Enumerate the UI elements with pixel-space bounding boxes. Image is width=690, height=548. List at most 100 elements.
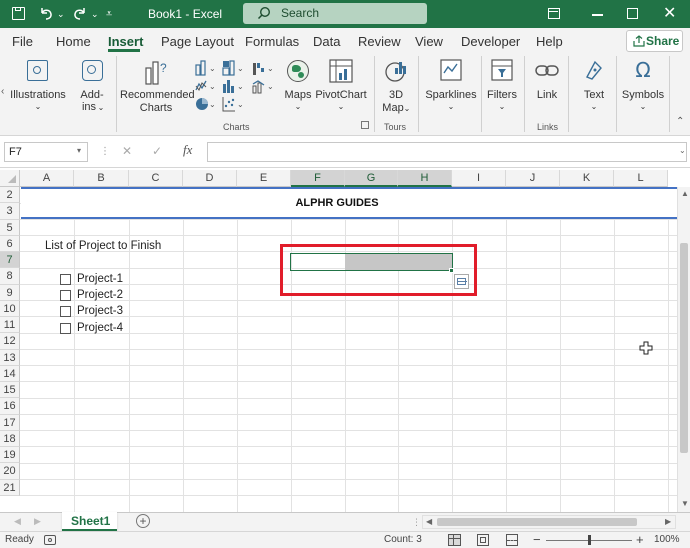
page-layout-view-icon[interactable] [477,534,489,546]
sparklines-button[interactable]: Sparklines ⌄ [424,56,478,120]
hierarchy-chart-button[interactable]: ⌄ [222,60,248,76]
column-header-k[interactable]: K [560,170,614,187]
project-4-checkbox[interactable] [60,323,71,334]
zoom-slider-thumb[interactable] [588,535,591,545]
tab-view[interactable]: View [415,34,443,49]
save-icon[interactable] [12,7,25,20]
scatter-chart-button[interactable]: ⌄ [222,96,248,112]
select-all-corner[interactable] [0,170,20,187]
ribbon-scroll-left-icon[interactable]: ‹ [1,86,4,97]
3d-map-button[interactable]: 3D Map ⌄ [378,56,414,120]
waterfall-chart-button[interactable]: ⌄ [252,60,278,76]
column-header-f[interactable]: F [291,170,345,187]
charts-dialog-launcher-icon[interactable] [361,121,369,129]
scrollbar-thumb[interactable] [680,243,688,453]
ribbon-display-icon[interactable] [548,8,560,19]
minimize-icon[interactable] [592,14,603,16]
project-1-checkbox[interactable] [60,274,71,285]
worksheet-grid[interactable]: A B C D E F G H I J K L 2 3 5 6 7 8 9 10… [0,170,690,512]
scroll-left-icon[interactable]: ◀ [426,517,432,526]
page-break-view-icon[interactable] [506,534,518,546]
column-header-j[interactable]: J [506,170,560,187]
share-button[interactable]: Share [626,30,683,52]
redo-icon[interactable] [72,6,88,22]
scroll-up-icon[interactable]: ▲ [681,189,689,198]
column-header-c[interactable]: C [129,170,183,187]
zoom-level[interactable]: 100% [654,534,680,545]
row-header[interactable]: 14 [0,365,20,382]
row-header[interactable]: 15 [0,382,20,399]
filters-button[interactable]: Filters ⌄ [485,56,519,120]
tab-review[interactable]: Review [358,34,401,49]
sheet-tab-sheet1[interactable]: Sheet1 [62,512,117,531]
row-header[interactable]: 20 [0,463,20,480]
maps-button[interactable]: Maps ⌄ [282,56,314,120]
column-header-h[interactable]: H [398,170,452,187]
horizontal-scrollbar-thumb[interactable] [437,518,637,526]
row-header-selected[interactable]: 7 [0,252,20,269]
addins-button[interactable]: Add- ins ⌄ [74,56,110,120]
column-chart-button[interactable]: ⌄ [195,60,219,76]
column-header-d[interactable]: D [183,170,237,187]
expand-formula-bar-icon[interactable]: ⌄ [679,146,686,155]
tab-insert[interactable]: Insert [108,34,143,49]
row-header[interactable]: 18 [0,430,20,447]
tab-help[interactable]: Help [536,34,563,49]
symbols-button[interactable]: Ω Symbols ⌄ [620,56,666,120]
column-header-b[interactable]: B [74,170,129,187]
row-header[interactable]: 12 [0,333,20,350]
zoom-slider[interactable] [546,535,632,545]
zoom-in-icon[interactable]: + [636,532,644,547]
text-button[interactable]: Text ⌄ [576,56,612,120]
combo-chart-button[interactable]: ⌄ [252,78,278,94]
row-header[interactable]: 6 [0,235,20,252]
illustrations-button[interactable]: Illustrations ⌄ [10,56,66,120]
name-box[interactable]: F7 ▾ [4,142,88,162]
undo-dropdown-icon[interactable]: ⌄ [57,0,65,28]
link-button[interactable]: Link [530,56,564,120]
horizontal-scrollbar[interactable]: ◀ ▶ [422,515,676,529]
column-header-a[interactable]: A [20,170,74,187]
row-header[interactable]: 5 [0,219,20,236]
row-header[interactable]: 21 [0,479,20,496]
tab-page-layout[interactable]: Page Layout [161,34,234,49]
name-box-dropdown-icon[interactable]: ▾ [77,146,81,155]
prev-sheet-icon[interactable]: ◀ [14,516,21,527]
normal-view-icon[interactable] [448,534,461,546]
row-header[interactable]: 3 [0,203,20,220]
column-header-e[interactable]: E [237,170,291,187]
row-header[interactable]: 17 [0,414,20,431]
add-sheet-button[interactable]: + [136,514,150,528]
tab-file[interactable]: File [12,34,33,49]
title-banner[interactable]: ALPHR GUIDES [21,187,690,219]
project-2-checkbox[interactable] [60,290,71,301]
column-header-l[interactable]: L [614,170,668,187]
row-header[interactable]: 13 [0,349,20,366]
tab-data[interactable]: Data [313,34,340,49]
row-header[interactable]: 8 [0,268,20,285]
customize-qat-icon[interactable]: ⩡ [106,0,112,28]
undo-icon[interactable] [38,6,54,22]
pivotchart-button[interactable]: PivotChart ⌄ [315,56,367,120]
tab-split-handle[interactable]: ⋮ [412,517,421,528]
redo-dropdown-icon[interactable]: ⌄ [91,0,99,28]
collapse-ribbon-icon[interactable]: ⌃ [676,116,684,127]
maximize-icon[interactable] [627,8,638,19]
cancel-icon[interactable]: ✕ [122,144,132,158]
tab-developer[interactable]: Developer [461,34,520,49]
vertical-scrollbar[interactable]: ▲ ▼ [677,187,690,512]
row-header[interactable]: 2 [0,187,20,204]
project-3-checkbox[interactable] [60,306,71,317]
accessibility-icon[interactable] [44,535,56,545]
formula-bar-menu-icon[interactable]: ⋮ [100,146,110,157]
scroll-down-icon[interactable]: ▼ [681,499,689,508]
row-header[interactable]: 19 [0,447,20,464]
search-box[interactable]: Search [243,3,427,24]
column-header-g[interactable]: G [345,170,398,187]
row-header[interactable]: 16 [0,398,20,415]
line-chart-button[interactable]: ⌄ [195,78,219,94]
pie-chart-button[interactable]: ⌄ [195,96,219,112]
row-header[interactable]: 9 [0,284,20,301]
tab-home[interactable]: Home [56,34,91,49]
tab-formulas[interactable]: Formulas [245,34,299,49]
